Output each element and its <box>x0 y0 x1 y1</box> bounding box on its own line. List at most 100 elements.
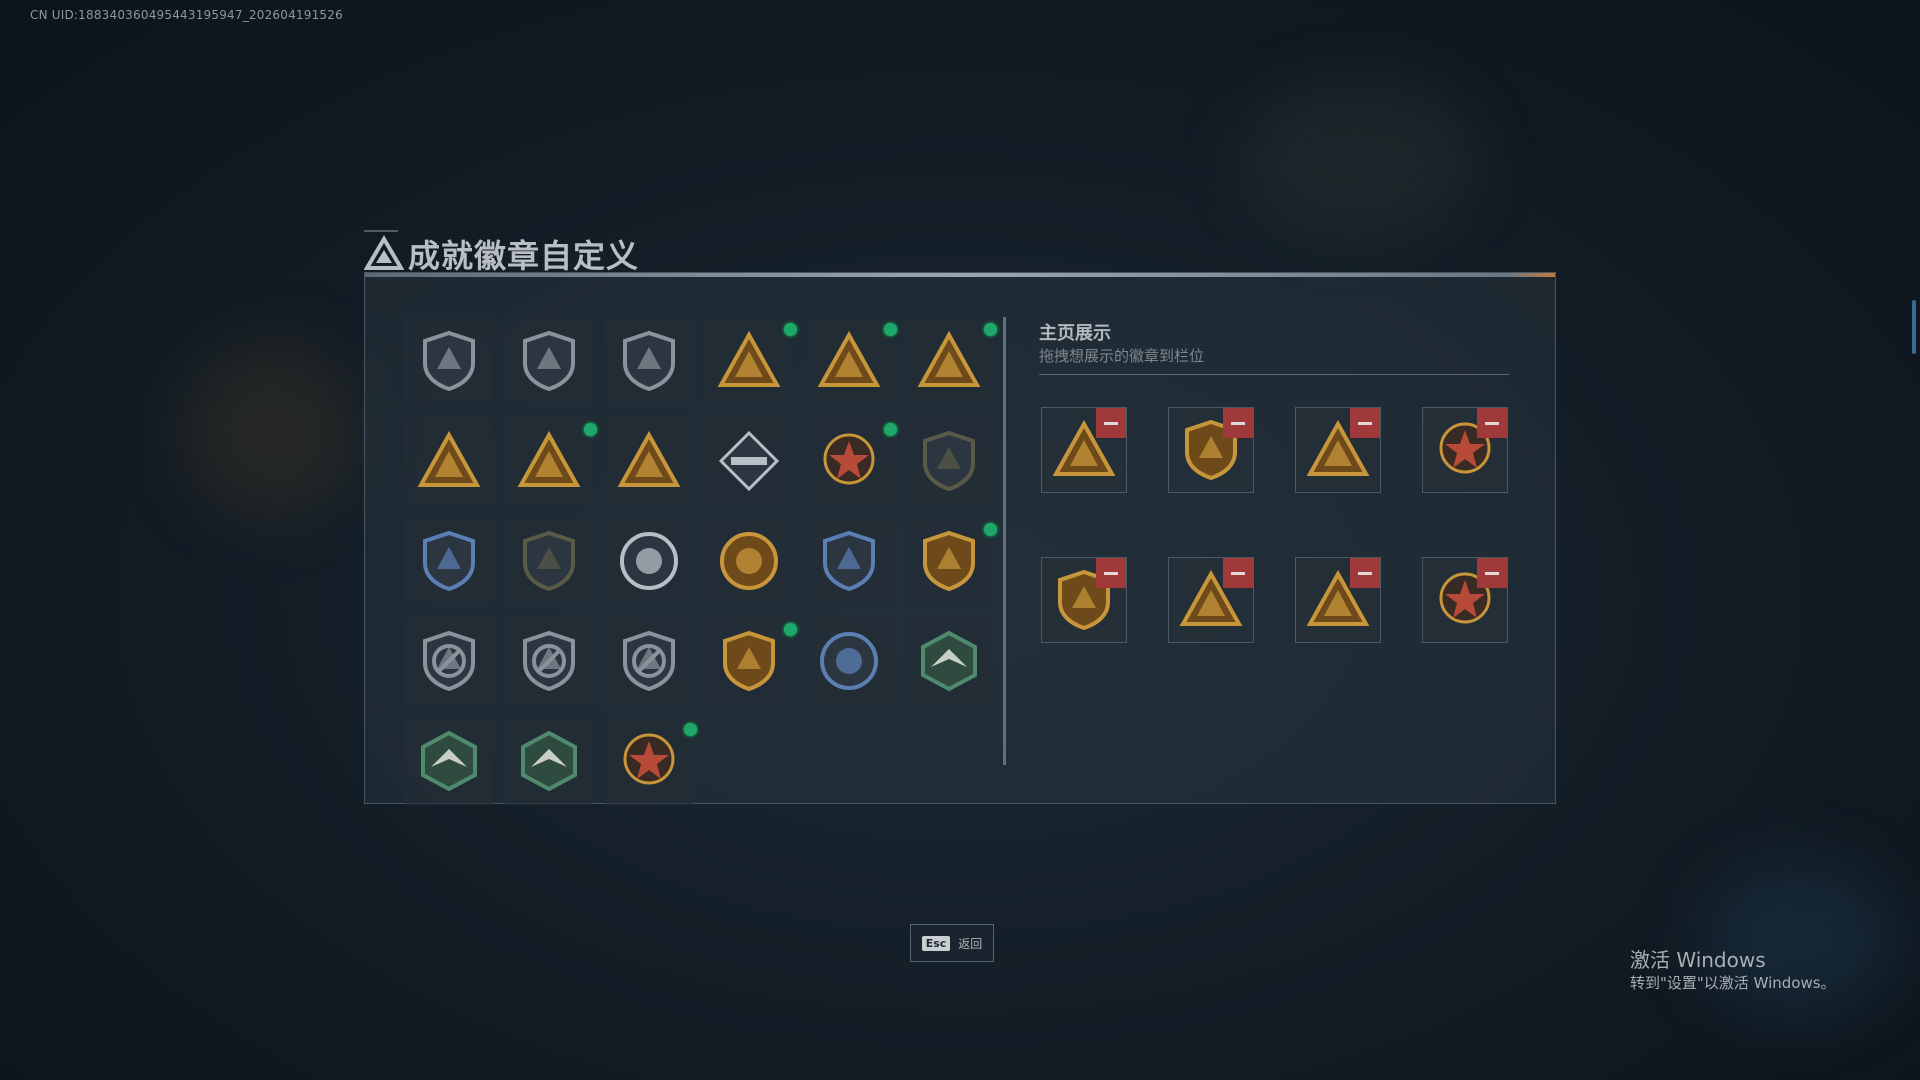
badge-slot-green-hex-wolf-badge[interactable] <box>405 717 493 805</box>
new-indicator-dot <box>884 423 897 436</box>
remove-badge-button[interactable] <box>1350 408 1380 438</box>
badge-slot-red-star-medal-badge[interactable] <box>805 417 897 505</box>
badge-slot-shield-triangle-badge[interactable] <box>405 317 493 405</box>
showcase-slot-1[interactable] <box>1041 407 1127 493</box>
activation-watermark-subtitle: 转到"设置"以激活 Windows。 <box>1630 974 1836 992</box>
minus-icon <box>1231 571 1245 575</box>
minus-icon <box>1358 421 1372 425</box>
badge-slot-shield-arrow-badge[interactable] <box>605 317 693 405</box>
page-header: 成就徽章自定义 <box>364 232 639 276</box>
minus-icon <box>1358 571 1372 575</box>
minus-icon <box>1104 421 1118 425</box>
minus-icon <box>1231 421 1245 425</box>
badge-slot-blue-crosshair-shield-badge[interactable] <box>805 517 893 605</box>
esc-key-icon: Esc <box>921 935 951 951</box>
badge-slot-triangle-crate-badge[interactable] <box>505 417 597 505</box>
uid-label: CN UID:188340360495443195947_20260419152… <box>30 8 343 22</box>
green-hex-jet-badge-icon <box>521 730 577 792</box>
badge-slot-tank-sunburst-badge[interactable] <box>705 517 793 605</box>
badge-slot-shield-no-rifle-badge[interactable] <box>405 617 493 705</box>
activation-watermark-title: 激活 Windows <box>1630 948 1766 972</box>
badge-slot-shield-no-pistol-badge[interactable] <box>605 617 693 705</box>
badge-slot-shield-no-smg-badge[interactable] <box>505 617 593 705</box>
shield-no-smg-badge-icon <box>523 630 575 692</box>
shield-emblem-badge-icon <box>923 430 975 492</box>
badge-slot-triangle-rifle-badge[interactable] <box>905 317 997 405</box>
showcase-slot-4[interactable] <box>1422 407 1508 493</box>
badge-slot-shield-emblem-badge[interactable] <box>905 417 993 505</box>
scroll-indicator[interactable] <box>1912 300 1916 354</box>
triangle-number-1-badge-icon <box>417 430 481 487</box>
badge-slot-police-shield-badge[interactable] <box>405 517 493 605</box>
badge-slot-triangle-56-badge[interactable] <box>705 317 797 405</box>
new-indicator-dot <box>684 723 697 736</box>
badge-slot-helicopter-badge[interactable] <box>505 317 593 405</box>
new-indicator-dot <box>584 423 597 436</box>
skull-round-badge-icon <box>620 532 678 590</box>
showcase-slot-5[interactable] <box>1041 557 1127 643</box>
badge-slot-red-dragon-badge[interactable] <box>605 717 697 805</box>
triangle-crate-badge-icon <box>517 430 581 487</box>
remove-badge-button[interactable] <box>1223 408 1253 438</box>
triangle-56-badge-icon <box>717 330 781 387</box>
new-indicator-dot <box>984 523 997 536</box>
remove-badge-button[interactable] <box>1096 558 1126 588</box>
police-shield-badge-icon <box>423 530 475 592</box>
showcase-slot-8[interactable] <box>1422 557 1508 643</box>
back-label: 返回 <box>958 936 983 951</box>
remove-badge-button[interactable] <box>1477 408 1507 438</box>
badge-slot-triangle-hat-badge[interactable] <box>805 317 897 405</box>
new-indicator-dot <box>984 323 997 336</box>
badge-collection-grid <box>405 317 1005 805</box>
badge-slot-gold-crest-shield-badge[interactable] <box>905 517 997 605</box>
showcase-slot-7[interactable] <box>1295 557 1381 643</box>
triangle-soldiers-badge-icon <box>617 430 681 487</box>
dark-crest-badge-icon <box>523 530 575 592</box>
badge-customize-panel: 主页展示 拖拽想展示的徽章到栏位 <box>364 272 1556 805</box>
badge-slot-green-hex-jet-badge[interactable] <box>505 717 593 805</box>
triangle-rifle-badge-icon <box>917 330 981 387</box>
shield-no-pistol-badge-icon <box>623 630 675 692</box>
badge-slot-eagle-round-badge[interactable] <box>805 617 893 705</box>
showcase-slot-3[interactable] <box>1295 407 1381 493</box>
minus-icon <box>1485 571 1499 575</box>
remove-badge-button[interactable] <box>1477 558 1507 588</box>
showcase-slot-6[interactable] <box>1168 557 1254 643</box>
shield-arrow-badge-icon <box>623 330 675 392</box>
new-indicator-dot <box>784 323 797 336</box>
triangle-emblem-icon <box>364 235 404 270</box>
remove-badge-button[interactable] <box>1096 408 1126 438</box>
new-indicator-dot <box>884 323 897 336</box>
badge-slot-green-hex-fighter-badge[interactable] <box>905 617 993 705</box>
green-hex-fighter-badge-icon <box>921 630 977 692</box>
showcase-subtitle: 拖拽想展示的徽章到栏位 <box>1039 347 1205 365</box>
showcase-slot-2[interactable] <box>1168 407 1254 493</box>
helicopter-badge-icon <box>523 330 575 392</box>
gold-crossed-guns-shield-badge-icon <box>723 630 775 692</box>
showcase-slots <box>1041 407 1508 643</box>
triangle-hat-badge-icon <box>817 330 881 387</box>
badge-slot-triangle-number-1-badge[interactable] <box>405 417 493 505</box>
minus-icon <box>1104 571 1118 575</box>
page-title: 成就徽章自定义 <box>408 237 640 275</box>
badge-slot-dark-crest-badge[interactable] <box>505 517 593 605</box>
panel-divider <box>1003 317 1006 765</box>
eagle-round-badge-icon <box>820 632 878 690</box>
badge-slot-gold-crossed-guns-shield-badge[interactable] <box>705 617 797 705</box>
shield-triangle-badge-icon <box>423 330 475 392</box>
showcase-divider <box>1039 374 1509 375</box>
diamond-launcher-badge-icon <box>718 430 780 492</box>
badge-slot-diamond-launcher-badge[interactable] <box>705 417 793 505</box>
back-button[interactable]: Esc 返回 <box>910 924 994 962</box>
remove-badge-button[interactable] <box>1350 558 1380 588</box>
new-indicator-dot <box>784 623 797 636</box>
showcase-title: 主页展示 <box>1039 323 1111 344</box>
panel-top-bar <box>365 273 1555 277</box>
blue-crosshair-shield-badge-icon <box>823 530 875 592</box>
minus-icon <box>1485 421 1499 425</box>
red-dragon-badge-icon <box>623 733 675 785</box>
red-star-medal-badge-icon <box>823 433 875 485</box>
remove-badge-button[interactable] <box>1223 558 1253 588</box>
badge-slot-skull-round-badge[interactable] <box>605 517 693 605</box>
badge-slot-triangle-soldiers-badge[interactable] <box>605 417 693 505</box>
